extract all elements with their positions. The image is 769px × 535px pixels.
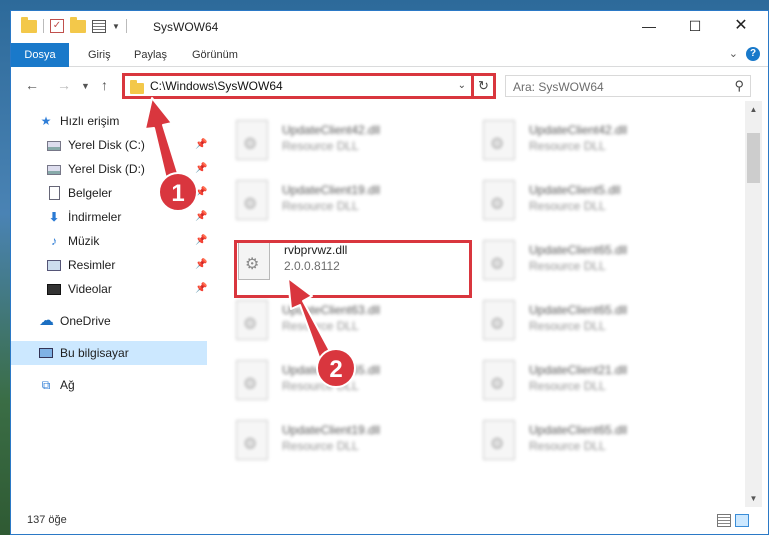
status-bar: 137 öğe xyxy=(11,509,768,533)
scroll-down-arrow-icon[interactable]: ▼ xyxy=(745,490,762,507)
title-bar: ✓ ▼ SysWOW64 — ☐ ✕ xyxy=(11,11,768,43)
file-item[interactable]: UpdateClient63.dll Resource DLL xyxy=(212,292,447,348)
tab-share[interactable]: Paylaş xyxy=(134,43,167,67)
file-item[interactable]: UpdateClient21.dll Resource DLL xyxy=(459,352,694,408)
item-count: 137 öğe xyxy=(27,514,67,526)
vertical-scrollbar[interactable]: ▲ ▼ xyxy=(745,101,762,507)
refresh-button[interactable]: ↻ xyxy=(471,73,496,99)
sidebar-item-network[interactable]: ⧉ Ağ xyxy=(11,373,211,397)
scroll-up-arrow-icon[interactable]: ▲ xyxy=(745,101,762,118)
dll-file-icon xyxy=(236,420,268,460)
maximize-button[interactable]: ☐ xyxy=(672,11,718,41)
document-icon xyxy=(49,186,60,200)
step-badge-2: 2 xyxy=(316,348,356,388)
expand-ribbon-chevron-icon[interactable]: ⌄ xyxy=(729,47,738,60)
dll-file-icon xyxy=(236,360,268,400)
pin-icon[interactable]: 📌 xyxy=(195,229,207,253)
search-input[interactable]: Ara: SysWOW64 ⚲ xyxy=(505,75,751,97)
new-folder-icon[interactable] xyxy=(70,16,86,33)
toolbar-divider xyxy=(43,19,44,33)
folder-icon xyxy=(130,80,144,94)
download-arrow-icon: ⬇ xyxy=(48,210,60,224)
pin-icon[interactable]: 📌 xyxy=(195,157,207,181)
scroll-thumb[interactable] xyxy=(747,133,760,183)
back-arrow-icon[interactable]: ← xyxy=(25,77,39,93)
file-list: UpdateClient42.dll Resource DLL UpdateCl… xyxy=(212,101,746,507)
window-title: SysWOW64 xyxy=(153,20,219,34)
navigation-pane: ★ Hızlı erişim Yerel Disk (C:) 📌 Yerel D… xyxy=(11,109,211,507)
details-view-icon[interactable] xyxy=(717,514,731,527)
address-path[interactable]: C:\Windows\SysWOW64 xyxy=(150,79,283,93)
dll-file-icon xyxy=(236,180,268,220)
pin-icon[interactable]: 📌 xyxy=(195,253,207,277)
minimize-button[interactable]: — xyxy=(626,11,672,41)
sidebar-item-videos[interactable]: Videolar 📌 xyxy=(11,277,211,301)
customize-toolbar-chevron-icon[interactable]: ▼ xyxy=(112,22,120,31)
video-icon xyxy=(47,284,61,295)
sidebar-item-music[interactable]: ♪ Müzik 📌 xyxy=(11,229,211,253)
drive-icon xyxy=(47,165,61,175)
help-icon[interactable]: ? xyxy=(746,47,760,61)
pin-icon[interactable]: 📌 xyxy=(195,133,207,157)
address-bar[interactable]: C:\Windows\SysWOW64 ⌄ xyxy=(122,73,475,99)
step-badge-1: 1 xyxy=(158,172,198,212)
dll-file-icon xyxy=(483,240,515,280)
file-item[interactable]: UpdateClient5.dll Resource DLL xyxy=(459,172,694,228)
folder-icon xyxy=(21,16,37,33)
properties-icon[interactable] xyxy=(92,19,106,33)
quick-access-toolbar: ✓ ▼ xyxy=(21,16,127,33)
recent-locations-chevron-icon[interactable]: ▼ xyxy=(81,81,90,91)
pin-icon[interactable]: 📌 xyxy=(195,205,207,229)
pin-icon[interactable]: 📌 xyxy=(195,277,207,301)
close-button[interactable]: ✕ xyxy=(718,11,764,41)
tiles-view-icon[interactable] xyxy=(735,514,749,527)
properties-check-icon[interactable]: ✓ xyxy=(50,19,64,33)
tab-view[interactable]: Görünüm xyxy=(192,43,238,67)
cloud-icon: ☁ xyxy=(39,312,54,329)
up-arrow-icon[interactable]: ↑ xyxy=(101,77,108,93)
tab-home[interactable]: Giriş xyxy=(88,43,111,67)
file-item[interactable]: UpdateClient65.dll Resource DLL xyxy=(459,292,694,348)
dll-file-icon xyxy=(483,420,515,460)
refresh-icon: ↻ xyxy=(478,78,489,93)
file-item[interactable]: UpdateClient19.dll Resource DLL xyxy=(212,412,447,468)
search-icon[interactable]: ⚲ xyxy=(734,78,744,94)
dll-file-icon xyxy=(236,300,268,340)
dll-file-icon xyxy=(483,300,515,340)
file-item[interactable]: UpdateClient65.dll Resource DLL xyxy=(459,232,694,288)
star-icon: ★ xyxy=(40,114,52,128)
sidebar-item-onedrive[interactable]: ☁ OneDrive xyxy=(11,309,211,333)
ribbon-tabs: Dosya Giriş Paylaş Görünüm ⌄ ? xyxy=(11,43,768,67)
tab-file[interactable]: Dosya xyxy=(11,43,69,67)
file-item[interactable]: UpdateClient42.dll Resource DLL xyxy=(212,112,447,168)
dll-file-icon xyxy=(483,360,515,400)
dll-file-icon xyxy=(236,120,268,160)
music-note-icon: ♪ xyxy=(51,234,57,248)
dll-file-icon xyxy=(483,180,515,220)
navigation-bar: ← → ▼ ↑ C:\Windows\SysWOW64 ⌄ ↻ Ara: Sys… xyxy=(11,71,768,101)
forward-arrow-icon[interactable]: → xyxy=(57,77,71,93)
pictures-icon xyxy=(47,260,61,271)
address-history-chevron-icon[interactable]: ⌄ xyxy=(458,80,466,91)
sidebar-item-quick-access[interactable]: ★ Hızlı erişim xyxy=(11,109,211,133)
search-placeholder: Ara: SysWOW64 xyxy=(513,80,604,94)
file-item[interactable]: UpdateClient42.dll Resource DLL xyxy=(459,112,694,168)
network-icon: ⧉ xyxy=(41,378,51,392)
drive-icon xyxy=(47,141,61,151)
target-file-highlight xyxy=(234,240,472,298)
file-item[interactable]: UpdateClient65.dll Resource DLL xyxy=(459,412,694,468)
sidebar-item-this-pc[interactable]: Bu bilgisayar xyxy=(11,341,207,365)
explorer-window: ✓ ▼ SysWOW64 — ☐ ✕ Dosya Giriş Paylaş Gö… xyxy=(10,10,769,535)
sidebar-item-local-disk-c[interactable]: Yerel Disk (C:) 📌 xyxy=(11,133,211,157)
computer-icon xyxy=(39,348,53,358)
toolbar-divider xyxy=(125,19,127,33)
sidebar-item-pictures[interactable]: Resimler 📌 xyxy=(11,253,211,277)
dll-file-icon xyxy=(483,120,515,160)
file-item[interactable]: UpdateClient19.dll Resource DLL xyxy=(212,172,447,228)
